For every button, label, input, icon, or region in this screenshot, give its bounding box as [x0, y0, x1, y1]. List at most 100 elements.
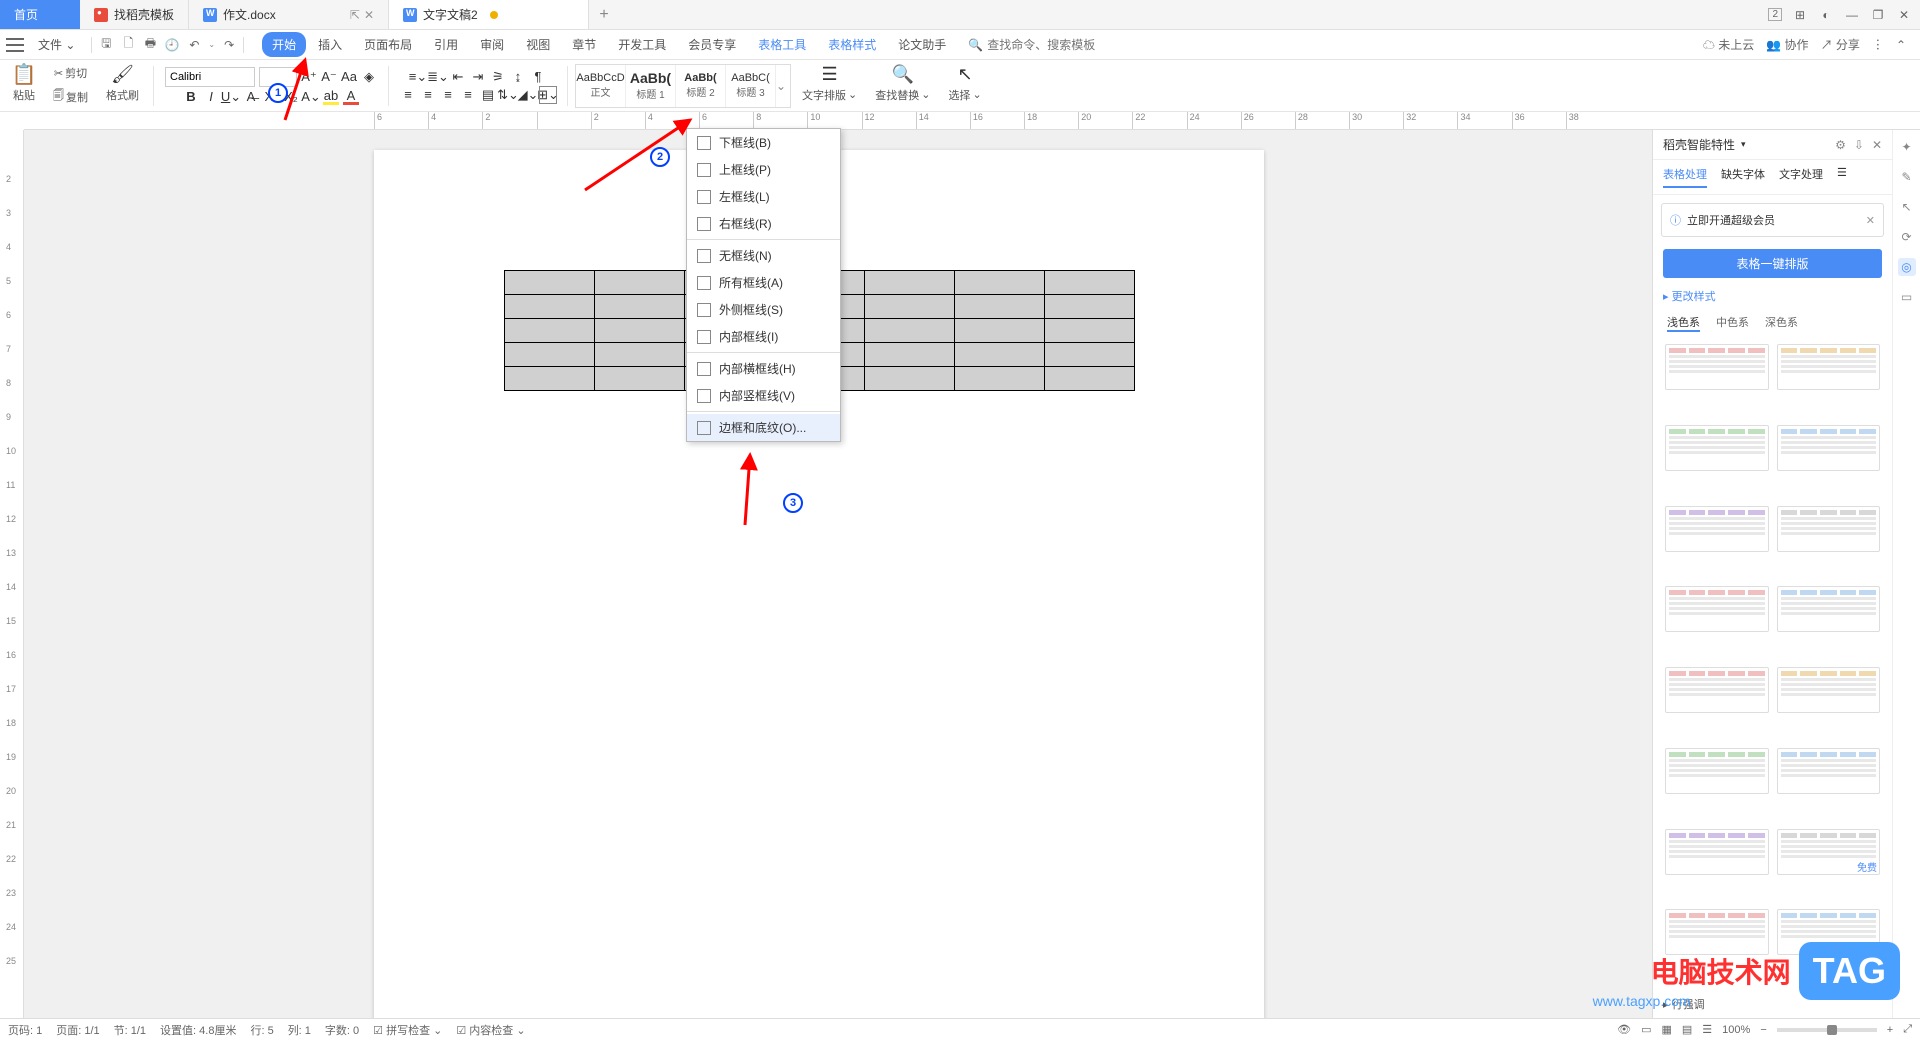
view-outline-icon[interactable]: ☰ [1702, 1023, 1712, 1036]
table-style-thumb[interactable] [1777, 667, 1881, 713]
format-brush-icon[interactable]: 🖌 [115, 67, 131, 83]
distribute-icon[interactable]: ▤ [480, 87, 496, 103]
status-page-num[interactable]: 页码: 1 [8, 1022, 42, 1038]
underline-icon[interactable]: U⌄ [223, 89, 239, 105]
ribbon-tab-insert[interactable]: 插入 [308, 32, 352, 57]
style-h3[interactable]: AaBbC(标题 3 [726, 65, 776, 107]
subtab-light[interactable]: 浅色系 [1667, 314, 1700, 332]
side-tab-text[interactable]: 文字处理 [1779, 166, 1823, 188]
style-h1[interactable]: AaBb(标题 1 [626, 65, 676, 107]
border-bottom-item[interactable]: 下框线(B) [687, 129, 840, 156]
minimize-button[interactable]: — [1844, 7, 1860, 23]
shading-icon[interactable]: ◢⌄ [520, 87, 536, 103]
zoom-out-icon[interactable]: − [1760, 1024, 1766, 1036]
ribbon-tab-table-style[interactable]: 表格样式 [818, 32, 886, 57]
view-print-icon[interactable]: ▦ [1661, 1023, 1671, 1036]
vertical-ruler[interactable]: 2345678910111213141516171819202122232425 [0, 130, 24, 1018]
view-eye-icon[interactable]: 👁 [1617, 1023, 1631, 1036]
paste-icon[interactable]: 📋 [16, 67, 32, 83]
status-position[interactable]: 设置值: 4.8厘米 [160, 1022, 236, 1038]
change-case-icon[interactable]: Aa [341, 69, 357, 85]
table-style-thumb[interactable] [1665, 425, 1769, 471]
border-dialog-item[interactable]: 边框和底纹(O)... [687, 414, 840, 441]
auto-format-table-button[interactable]: 表格一键排版 [1663, 249, 1882, 278]
rail-book-icon[interactable]: ▭ [1898, 288, 1916, 306]
line-spacing-icon[interactable]: ⇅⌄ [500, 87, 516, 103]
coop-button[interactable]: 👥 协作 [1766, 36, 1808, 53]
undo-history-icon[interactable]: 🕘 [164, 37, 180, 53]
fit-page-icon[interactable]: ⤢ [1903, 1023, 1912, 1036]
border-left-item[interactable]: 左框线(L) [687, 183, 840, 210]
menu-file[interactable]: 文件 ⌄ [30, 34, 83, 55]
style-more-icon[interactable]: ⌄ [776, 79, 790, 93]
collapse-ribbon-icon[interactable]: ⌃ [1896, 38, 1906, 52]
align-center-icon[interactable]: ≡ [420, 87, 436, 103]
tab-pin-icon[interactable]: ⇱ [350, 8, 360, 22]
ribbon-tab-thesis[interactable]: 论文助手 [888, 32, 956, 57]
clear-format-icon[interactable]: ◈ [361, 69, 377, 85]
table-style-thumb[interactable] [1777, 748, 1881, 794]
cloud-status[interactable]: ☁ 未上云 [1703, 36, 1754, 53]
border-outer-item[interactable]: 外侧框线(S) [687, 296, 840, 323]
close-panel-icon[interactable]: ✕ [1872, 138, 1882, 152]
align-right-icon[interactable]: ≡ [440, 87, 456, 103]
share-button[interactable]: ↗ 分享 [1821, 36, 1860, 53]
ribbon-tab-dev[interactable]: 开发工具 [608, 32, 676, 57]
redo-icon[interactable]: ↷ [221, 37, 237, 53]
numbering-icon[interactable]: ≣⌄ [430, 69, 446, 85]
table-style-thumb[interactable] [1777, 344, 1881, 390]
style-h2[interactable]: AaBb(标题 2 [676, 65, 726, 107]
italic-icon[interactable]: I [203, 89, 219, 105]
user-avatar-icon[interactable]: ◐ [1818, 7, 1834, 23]
strike-icon[interactable]: A̶ [243, 89, 259, 105]
ribbon-tab-view[interactable]: 视图 [516, 32, 560, 57]
print-icon[interactable]: 🖶 [142, 37, 158, 53]
menu-more-icon[interactable]: ︙ [1872, 36, 1884, 53]
new-tab-button[interactable]: + [589, 0, 619, 29]
side-tab-table[interactable]: 表格处理 [1663, 166, 1707, 188]
text-layout-icon[interactable]: ☰ [822, 67, 838, 83]
border-none-item[interactable]: 无框线(N) [687, 242, 840, 269]
borders-icon[interactable]: ⊞⌄ [540, 87, 556, 103]
subtab-medium[interactable]: 中色系 [1716, 314, 1749, 332]
find-icon[interactable]: 🔍 [895, 67, 911, 83]
table-style-thumb[interactable] [1777, 586, 1881, 632]
sort-icon[interactable]: ⚞ [490, 69, 506, 85]
print-preview-icon[interactable]: 🗋 [120, 37, 136, 53]
cut-button[interactable]: ✂ 剪切 [51, 63, 90, 83]
side-section-header[interactable]: ▸ 更改样式 [1653, 282, 1892, 310]
border-inner-item[interactable]: 内部框线(I) [687, 323, 840, 350]
paste-button[interactable]: 粘贴 [10, 85, 38, 105]
highlight-icon[interactable]: ab [323, 89, 339, 105]
superscript-icon[interactable]: X² [263, 89, 279, 105]
text-layout-button[interactable]: 文字排版⌄ [799, 85, 860, 105]
table-style-thumb[interactable] [1777, 506, 1881, 552]
ribbon-tab-table-tools[interactable]: 表格工具 [748, 32, 816, 57]
table-style-thumb[interactable] [1665, 344, 1769, 390]
search-input[interactable] [987, 38, 1107, 52]
select-cursor-icon[interactable]: ↖ [957, 67, 973, 83]
tab-close-icon[interactable]: ✕ [364, 8, 374, 22]
save-icon[interactable]: 🖫 [98, 37, 114, 53]
border-inner-h-item[interactable]: 内部横框线(H) [687, 355, 840, 382]
ribbon-tab-review[interactable]: 审阅 [470, 32, 514, 57]
ribbon-tab-references[interactable]: 引用 [424, 32, 468, 57]
close-window-button[interactable]: ✕ [1896, 7, 1912, 23]
border-all-item[interactable]: 所有框线(A) [687, 269, 840, 296]
table-style-thumb[interactable] [1777, 425, 1881, 471]
ribbon-tab-chapter[interactable]: 章节 [562, 32, 606, 57]
indent-icon[interactable]: ⇥ [470, 69, 486, 85]
tab-template[interactable]: 找稻壳模板 [80, 0, 189, 29]
status-col[interactable]: 列: 1 [288, 1022, 311, 1038]
font-color-icon[interactable]: A [343, 89, 359, 105]
font-name-input[interactable] [165, 67, 255, 87]
status-spellcheck[interactable]: ☑ 拼写检查 ⌄ [373, 1022, 442, 1038]
tab-doc1[interactable]: 作文.docx⇱✕ [189, 0, 389, 29]
status-content-check[interactable]: ☑ 内容检查 ⌄ [456, 1022, 525, 1038]
gear-icon[interactable]: ⚙ [1835, 138, 1846, 152]
status-section[interactable]: 节: 1/1 [114, 1022, 146, 1038]
style-gallery[interactable]: AaBbCcD正文 AaBb(标题 1 AaBb(标题 2 AaBbC(标题 3… [575, 64, 791, 108]
bullets-icon[interactable]: ≡⌄ [410, 69, 426, 85]
table-style-thumb[interactable] [1665, 829, 1769, 875]
table-style-thumb[interactable] [1665, 586, 1769, 632]
